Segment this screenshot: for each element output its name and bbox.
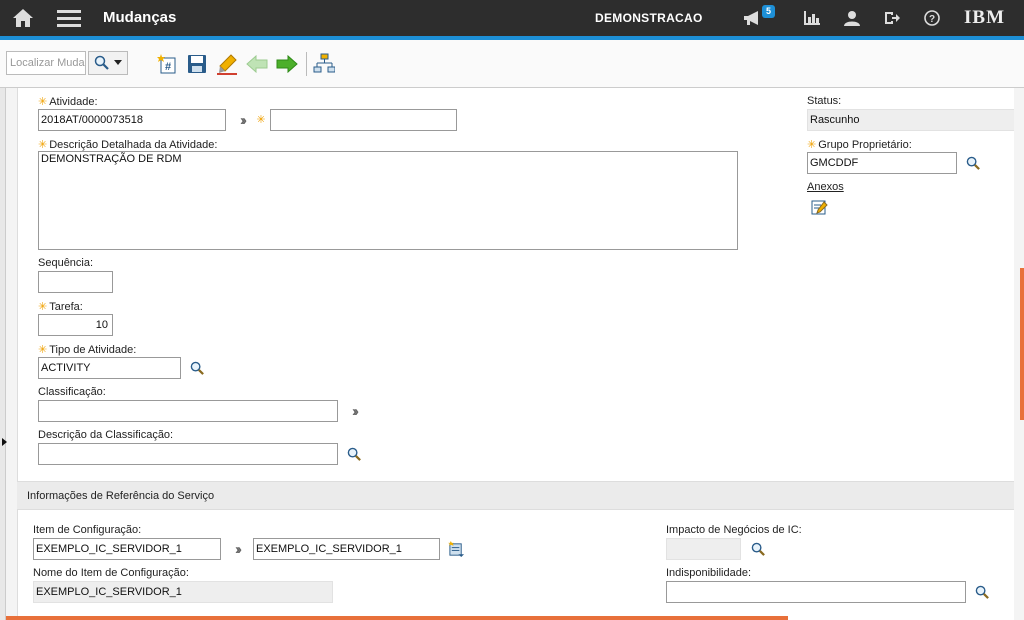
lookup-icon[interactable] [973,583,991,601]
required-asterisk-icon: ✳ [38,96,48,108]
nome-item-label: Nome do Item de Configuração: [33,567,189,579]
top-bar: Mudanças DEMONSTRACAO 5 ? IBM [0,0,1024,36]
find-record-button[interactable] [88,51,128,75]
grupo-proprietario-label: ✳ Grupo Proprietário: [807,139,912,151]
impacto-field [666,538,741,560]
descricao-label: ✳ Descrição Detalhada da Atividade: [38,139,218,151]
detail-menu-icon[interactable]: ›› [232,110,252,130]
item-configuracao-label: Item de Configuração: [33,524,142,536]
required-asterisk-icon: ✳ [256,113,266,126]
user-name: DEMONSTRACAO [595,11,703,25]
clear-changes-icon[interactable] [215,52,239,76]
collapsed-side-panel[interactable] [0,88,7,620]
save-icon[interactable] [185,52,209,76]
item-configuracao-field[interactable]: EXEMPLO_IC_SERVIDOR_1 [33,538,221,560]
atividade-label: ✳ Atividade: [38,96,98,108]
notification-badge[interactable]: 5 [762,5,776,18]
sequencia-label: Sequência: [38,257,94,269]
detail-menu-icon[interactable]: ›› [344,401,364,421]
nome-item-field: EXEMPLO_IC_SERVIDOR_1 [33,581,333,603]
indisponibilidade-field[interactable] [666,581,966,603]
toolbar: Localizar Muda # [0,40,1024,88]
reports-icon[interactable] [801,0,823,36]
chevron-down-icon [114,60,122,65]
status-label: Status: [807,95,842,107]
logout-icon[interactable] [881,0,903,36]
required-asterisk-icon: ✳ [807,139,817,151]
magnifier-icon [94,55,109,70]
tarefa-field[interactable]: 10 [38,314,113,336]
help-icon[interactable]: ? [921,0,943,36]
view-workflow-icon[interactable] [312,52,336,76]
item-configuracao-description-field[interactable]: EXEMPLO_IC_SERVIDOR_1 [253,538,440,560]
tipo-atividade-field[interactable]: ACTIVITY [38,357,181,379]
profile-icon[interactable] [841,0,863,36]
impacto-label: Impacto de Negócios de IC: [666,524,802,536]
svg-text:#: # [165,61,171,73]
next-record-icon[interactable] [275,52,299,76]
classificacao-field[interactable] [38,400,338,422]
required-asterisk-icon: ✳ [38,139,48,151]
atividade-field[interactable]: 2018AT/0000073518 [38,109,226,131]
sequencia-field[interactable] [38,271,113,293]
descricao-textarea[interactable]: DEMONSTRAÇÃO DE RDM [38,151,738,250]
scrollbar-thumb[interactable] [1020,268,1024,420]
home-icon[interactable] [10,0,36,36]
expand-arrow-icon[interactable] [2,438,7,446]
indisponibilidade-label: Indisponibilidade: [666,567,752,579]
classificacao-label: Classificação: [38,386,106,398]
required-asterisk-icon: ✳ [38,344,48,356]
lookup-icon[interactable] [188,359,206,377]
service-reference-section-header[interactable]: Informações de Referência do Serviço [17,481,1014,510]
descricao-classificacao-field[interactable] [38,443,338,465]
detail-menu-icon[interactable]: ›› [227,539,247,559]
tipo-atividade-label: ✳ Tipo de Atividade: [38,344,137,356]
lookup-icon[interactable] [749,540,767,558]
menu-icon[interactable] [56,0,82,36]
previous-record-icon[interactable] [245,52,269,76]
app-title: Mudanças [103,9,177,26]
svg-text:?: ? [929,14,935,25]
required-asterisk-icon: ✳ [38,301,48,313]
lookup-icon[interactable] [964,154,982,172]
grupo-proprietario-field[interactable]: GMCDDF [807,152,957,174]
tarefa-label: ✳ Tarefa: [38,301,83,313]
horizontal-scrollbar-thumb[interactable] [6,616,788,620]
lookup-icon[interactable] [345,445,363,463]
anexos-link[interactable]: Anexos [807,181,844,193]
status-field: Rascunho [807,109,1014,131]
toolbar-divider [306,52,307,76]
atividade-description-field[interactable] [270,109,457,131]
select-ci-icon[interactable] [447,540,465,558]
ibm-logo: IBM [964,7,1005,28]
find-record-input[interactable]: Localizar Muda [6,51,86,75]
new-record-icon[interactable]: # [156,52,180,76]
megaphone-icon[interactable] [741,0,763,36]
attachments-icon[interactable] [810,197,830,217]
descricao-classificacao-label: Descrição da Classificação: [38,429,174,441]
